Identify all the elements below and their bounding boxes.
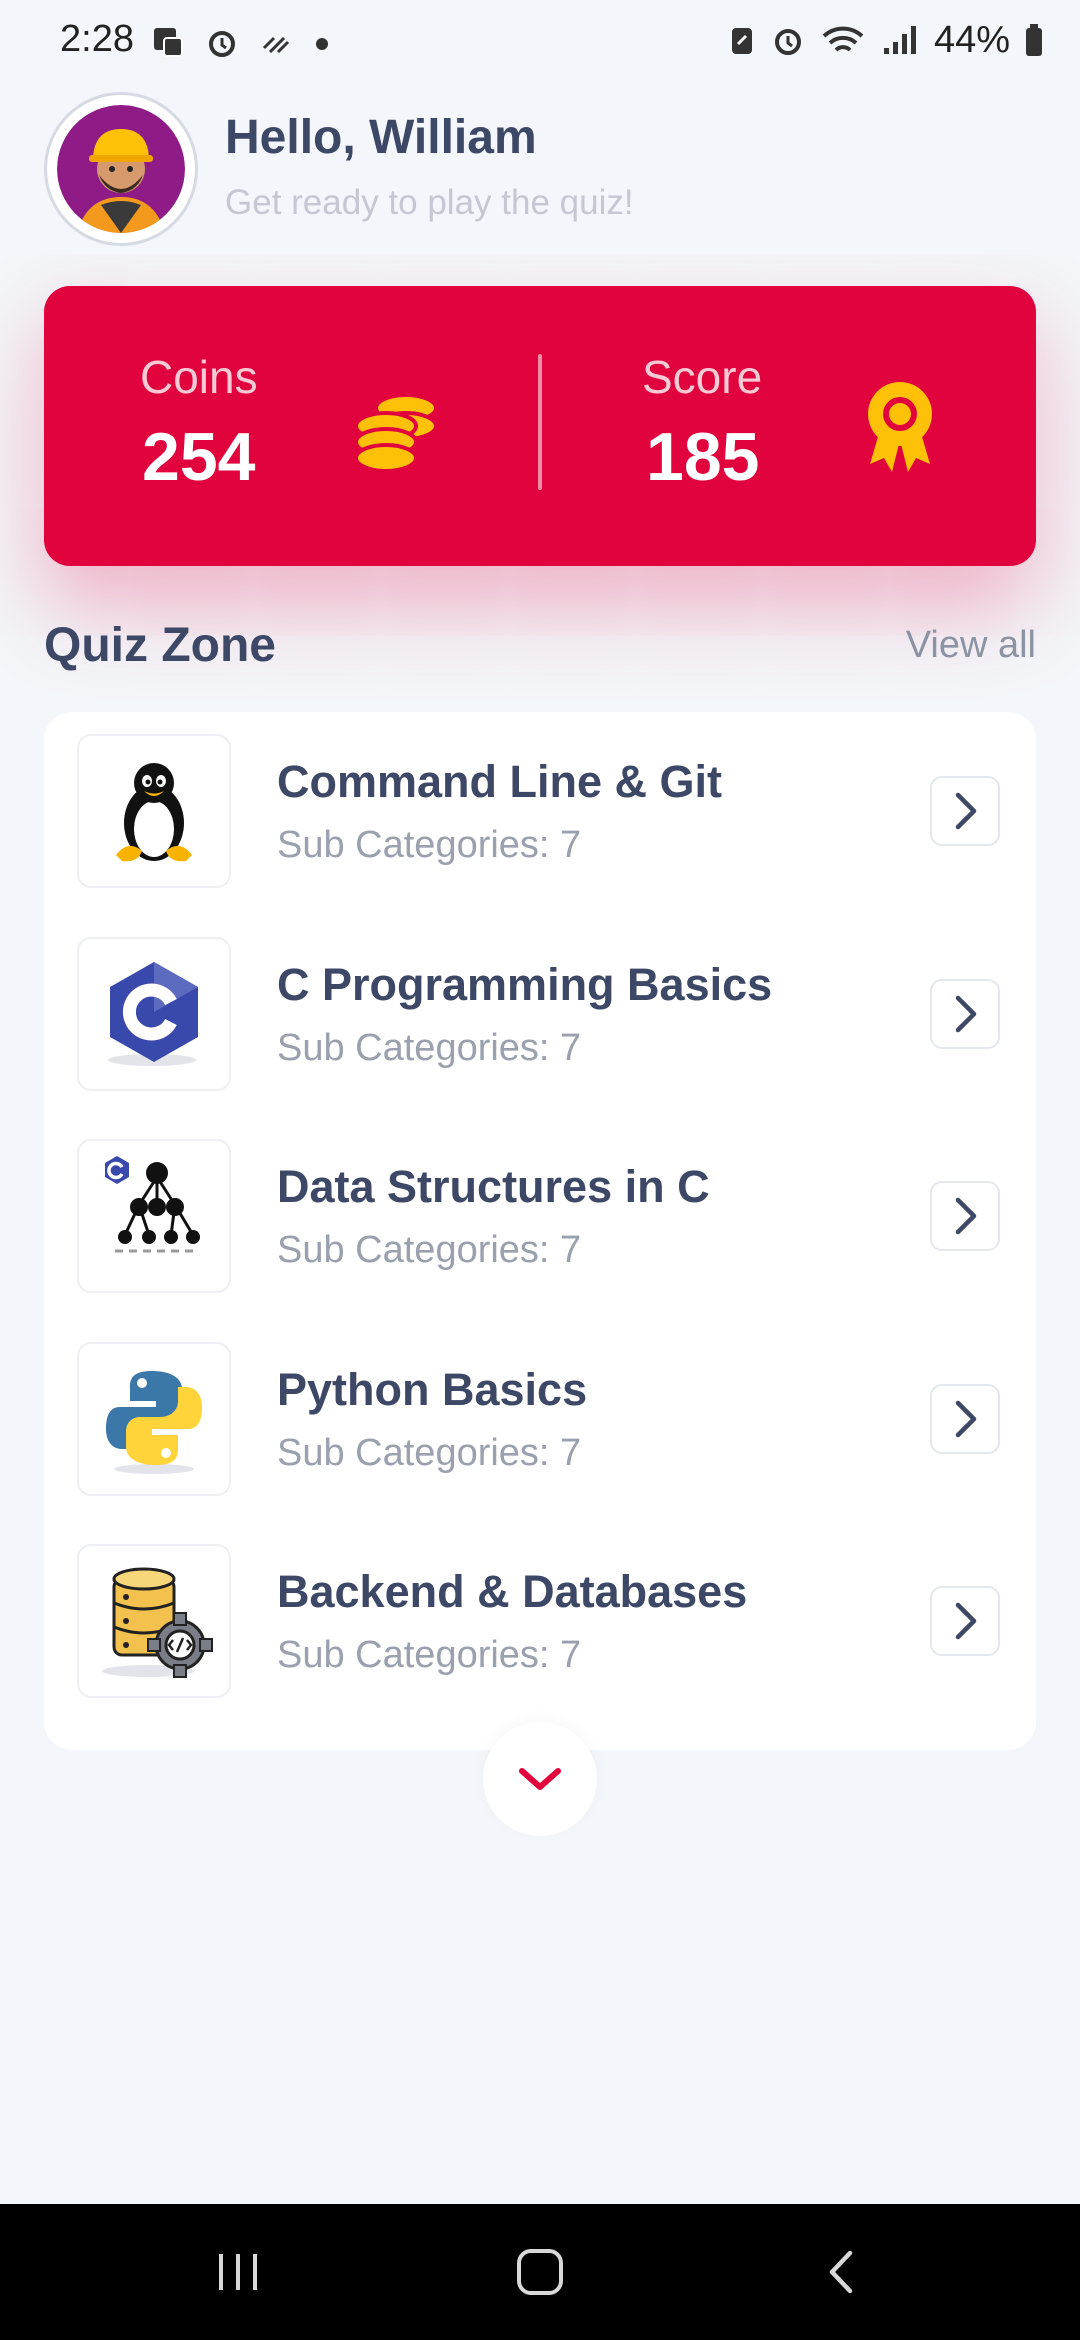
quiz-item-title: Data Structures in C [277,1161,710,1212]
expand-list-button[interactable] [483,1722,597,1836]
score-value: 185 [646,419,760,495]
quiz-thumb [77,1342,231,1496]
status-bar: 2:28 44% [0,0,1080,84]
coins-label: Coins [140,351,258,403]
quiz-item-command-line[interactable]: Command Line & Git Sub Categories: 7 [44,734,1036,890]
award-icon [868,382,932,472]
dot-icon [316,38,328,50]
greeting-title: Hello, William [225,111,537,164]
open-quiz-button[interactable] [930,1384,1000,1454]
home-icon [517,2249,563,2295]
battery-percent: 44% [933,18,1010,61]
status-time: 2:28 [60,18,134,60]
open-quiz-button[interactable] [930,979,1000,1049]
back-button[interactable] [802,2242,882,2302]
alarm-icon [774,29,801,55]
score-label: Score [642,351,763,403]
chevron-right-icon [955,1400,977,1438]
view-all-link[interactable]: View all [906,624,1036,667]
battery-icon [1026,24,1042,56]
quiz-thumb [77,937,231,1091]
system-navigation-bar [0,2204,1080,2340]
python-icon [106,1371,202,1474]
alarm-icon [209,31,235,57]
quiz-item-backend[interactable]: Backend & Databases Sub Categories: 7 [44,1544,1036,1700]
quiz-thumb [77,734,231,888]
notification-icon [154,28,183,57]
stats-divider [538,354,542,490]
chevron-right-icon [955,1197,977,1235]
stats-card: Coins 254 Score 185 [44,286,1036,566]
c-language-icon [108,962,198,1066]
quiz-item-subtitle: Sub Categories: 7 [277,1229,582,1271]
linux-penguin-icon [116,763,192,862]
chevron-down-icon [519,1768,561,1790]
database-gear-icon [102,1567,213,1678]
chevron-right-icon [955,995,977,1033]
recent-apps-icon [219,2254,257,2290]
coins-icon [354,393,438,473]
open-quiz-button[interactable] [930,1181,1000,1251]
status-left-icons [150,20,332,64]
coins-value: 254 [142,419,256,495]
chevron-right-icon [955,792,977,830]
signal-icon [883,26,916,54]
quiz-item-subtitle: Sub Categories: 7 [277,1027,582,1069]
quiz-thumb [77,1139,231,1293]
recent-apps-button[interactable] [198,2242,278,2302]
greeting-subtitle: Get ready to play the quiz! [225,183,634,222]
home-button[interactable] [500,2242,580,2302]
quiz-zone-title: Quiz Zone [44,619,276,672]
wifi-icon [822,26,864,52]
quiz-item-subtitle: Sub Categories: 7 [277,824,582,866]
quiz-item-title: Python Basics [277,1364,588,1415]
quiz-item-subtitle: Sub Categories: 7 [277,1432,582,1474]
battery-saver-icon [731,28,752,54]
gesture-icon [262,36,290,54]
quiz-item-c-programming[interactable]: C Programming Basics Sub Categories: 7 [44,937,1036,1093]
quiz-item-title: Backend & Databases [277,1566,748,1617]
quiz-thumb [77,1544,231,1698]
quiz-item-data-structures[interactable]: Data Structures in C Sub Categories: 7 [44,1139,1036,1295]
back-icon [829,2250,853,2294]
open-quiz-button[interactable] [930,1586,1000,1656]
quiz-item-title: Command Line & Git [277,756,723,807]
tree-structure-icon [105,1156,200,1253]
open-quiz-button[interactable] [930,776,1000,846]
quiz-item-subtitle: Sub Categories: 7 [277,1634,582,1676]
user-avatar[interactable] [44,92,198,246]
status-right-icons: 44% [728,18,1044,62]
quiz-item-title: C Programming Basics [277,959,773,1010]
avatar-image [57,105,185,233]
quiz-item-python[interactable]: Python Basics Sub Categories: 7 [44,1342,1036,1498]
quiz-list: Command Line & Git Sub Categories: 7 C P… [44,712,1036,1750]
chevron-right-icon [955,1602,977,1640]
